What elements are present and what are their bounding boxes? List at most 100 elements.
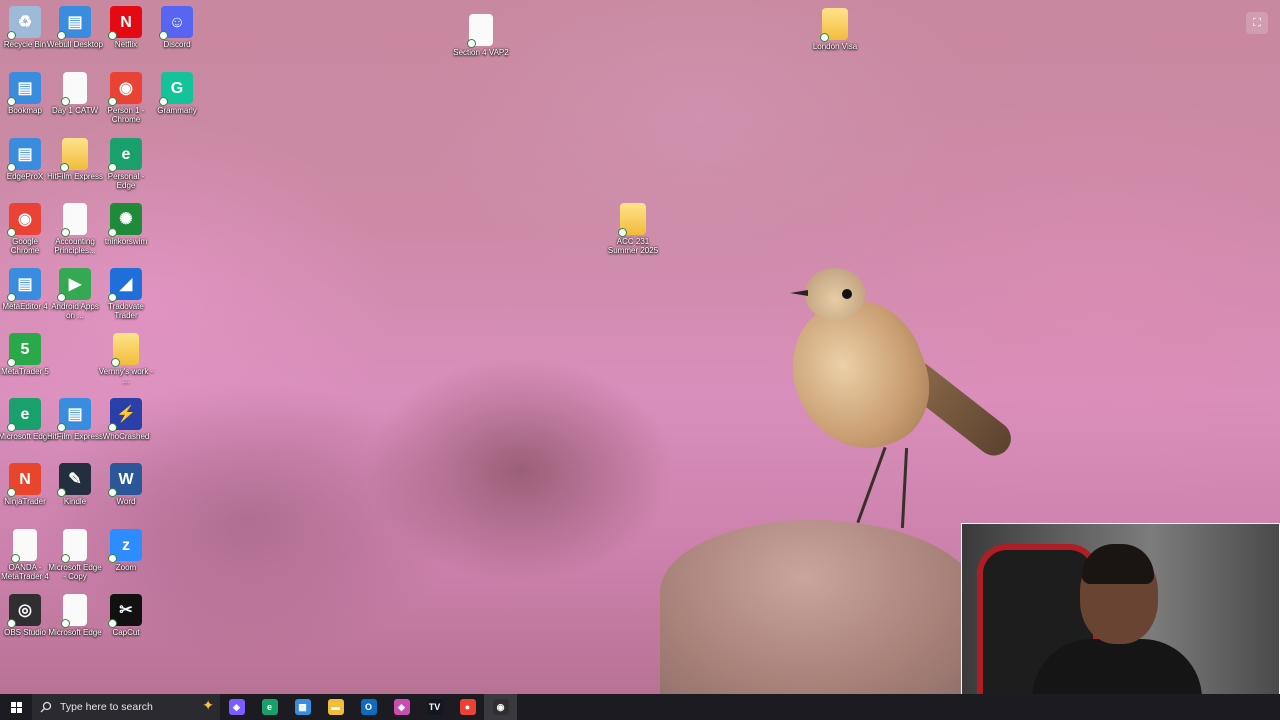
folder-icon [820,8,848,42]
desktop-icon[interactable]: G Grammarly [148,72,206,115]
taskbar-app-store[interactable]: ▦ [286,694,319,720]
sync-status-icon [7,619,16,628]
desktop-icon-label: Person 1 - Chrome [107,106,145,124]
sync-status-icon [57,293,66,302]
desktop-icon-label: WhoCrashed [102,432,150,441]
sync-status-icon [7,163,16,172]
desktop-icon[interactable]: ✎ Kindle [46,463,104,506]
sync-status-icon [618,228,627,237]
desktop-icon[interactable]: ▤ HitFilm Express [46,398,104,441]
taskbar-app-chrome[interactable]: ● [451,694,484,720]
desktop-icon-label: Discord [163,40,191,49]
taskbar-app-file-explorer[interactable]: ▬ [319,694,352,720]
desktop-icon-label: thinkorswim [104,237,148,246]
sync-status-icon [467,39,476,48]
desktop-icon[interactable]: ▶ Android Apps on ... [46,268,104,320]
desktop-icon-label: MetaTrader 5 [1,367,49,376]
desktop-icon-label: ACC 231 Summer 2025 [607,237,659,255]
desktop-icon-label: Netflix [114,40,138,49]
taskbar-app-tradingview[interactable]: TV [418,694,451,720]
folder-icon [618,203,646,237]
desktop-icon[interactable]: Day 1 CATW [46,72,104,115]
desktop-icon-label: Zoom [115,563,137,572]
webull-icon: ▤ [57,6,91,40]
desktop-icon-label: Section 4 VAP2 [453,48,509,57]
desktop-icon[interactable]: HitFilm Express [46,138,104,181]
wallpaper-bird-leg [900,447,909,529]
windows-logo-icon [10,701,22,713]
sync-status-icon [7,423,16,432]
taskbar-app-edge[interactable]: e [253,694,286,720]
bookmap-icon: ▤ [7,72,41,106]
sync-status-icon [108,554,117,563]
desktop-icon-label: London Visa [812,42,858,51]
desktop-icon[interactable]: Accounting Principles... [46,203,104,255]
desktop-icon[interactable]: ✺ thinkorswim [97,203,155,246]
taskbar-app-obs[interactable]: ◉ [484,694,517,720]
sync-status-icon [159,31,168,40]
desktop-icon[interactable]: ▤ Webull Desktop [46,6,104,49]
folder-icon [111,333,139,367]
desktop-icon[interactable]: 5 MetaTrader 5 [0,333,54,376]
webcam-person-hair [1082,544,1154,584]
sync-status-icon [159,97,168,106]
desktop-icon[interactable]: ⚡ WhoCrashed [97,398,155,441]
desktop-icon[interactable]: Vernny's work - ... [97,333,155,385]
obs-icon: ◉ [492,699,509,715]
document-icon [11,529,37,563]
whocrashed-icon: ⚡ [108,398,142,432]
desktop-icon[interactable]: ◉ Person 1 - Chrome [97,72,155,124]
sync-status-icon [108,228,117,237]
desktop-icon[interactable]: ◢ Tradovate Trader [97,268,155,320]
desktop-icon-label: Word [116,497,136,506]
taskbar-app-outlook[interactable]: O [352,694,385,720]
desktop-icon[interactable]: Section 4 VAP2 [452,14,510,57]
desktop-icon-label: Day 1 CATW [51,106,99,115]
desktop-icon-label: Vernny's work - ... [98,367,154,385]
capcut-icon: ✂ [108,594,142,628]
desktop-icon[interactable]: ✂ CapCut [97,594,155,637]
chrome-icon: ● [459,699,476,715]
desktop-icon[interactable]: W Word [97,463,155,506]
sync-status-icon [108,163,117,172]
edgeprox-icon: ▤ [7,138,41,172]
hitfilm-icon: ▤ [57,398,91,432]
taskbar-app-copilot[interactable]: ◈ [220,694,253,720]
sync-status-icon [61,97,70,106]
microsoft-365-icon: ◆ [393,699,410,715]
search-placeholder: Type here to search [60,701,153,713]
edge-icon: e [7,398,41,432]
sync-status-icon [7,358,16,367]
discord-icon: ☺ [159,6,193,40]
search-icon [40,701,52,713]
wallpaper-rock [660,520,980,710]
sync-status-icon [7,97,16,106]
document-icon [61,72,87,106]
desktop-icon[interactable]: e Personal - Edge [97,138,155,190]
desktop-icon[interactable]: N Netflix [97,6,155,49]
file-explorer-icon: ▬ [327,699,344,715]
taskbar-app-microsoft-365[interactable]: ◆ [385,694,418,720]
desktop-icon-label: Kindle [63,497,87,506]
sync-status-icon [61,228,70,237]
desktop-icon[interactable]: London Visa [806,8,864,51]
desktop-icon[interactable]: ☺ Discord [148,6,206,49]
sync-status-icon [57,423,66,432]
desktop-icon[interactable]: ACC 231 Summer 2025 [604,203,662,255]
screen-capture-icon[interactable]: ⛶ [1246,12,1268,34]
desktop-icon-label: Microsoft Edge - Copy [48,563,102,581]
sync-status-icon [57,31,66,40]
taskbar-search-box[interactable]: Type here to search ✦ [32,694,220,720]
zoom-icon: z [108,529,142,563]
desktop-icon[interactable]: Microsoft Edge - Copy [46,529,104,581]
desktop-icon[interactable]: z Zoom [97,529,155,572]
wallpaper-bird-beak [790,290,808,296]
wallpaper-bird-head [805,268,865,320]
ninjatrader-icon: N [7,463,41,497]
tradovate-icon: ◢ [108,268,142,302]
webcam-overlay [961,523,1280,720]
desktop-icon[interactable]: Microsoft Edge [46,594,104,637]
start-button[interactable] [0,694,32,720]
sync-status-icon [820,33,829,42]
sync-status-icon [111,358,120,367]
